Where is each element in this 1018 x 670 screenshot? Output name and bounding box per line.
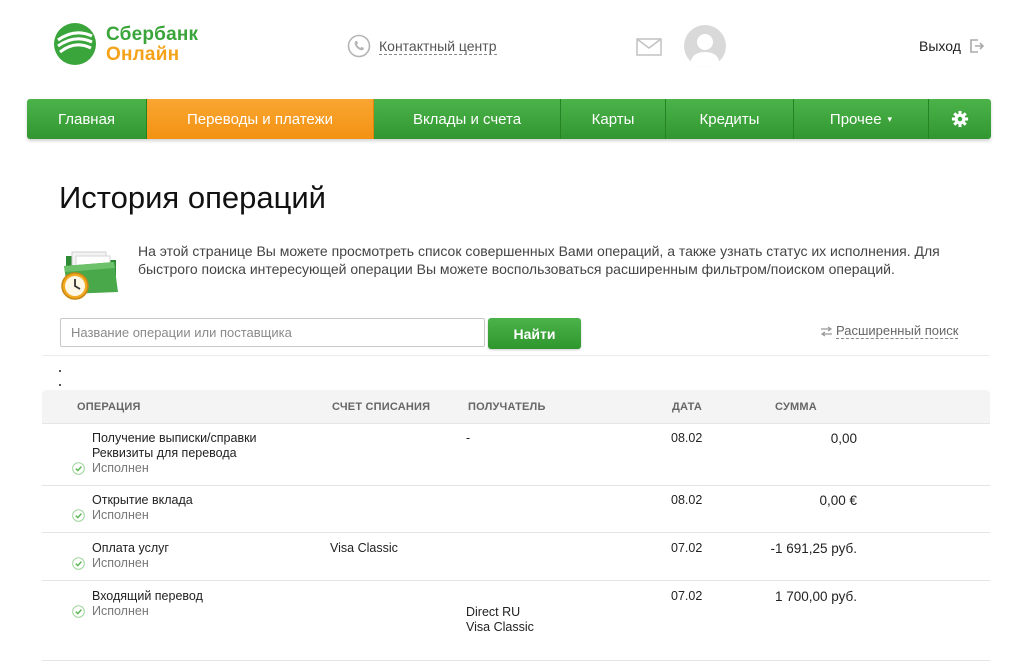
operation-amount: -1 691,25 руб.	[770, 541, 857, 556]
nav-item-cards[interactable]: Карты	[561, 99, 666, 139]
status-label: Исполнен	[92, 508, 149, 522]
column-header-amount[interactable]: СУММА	[775, 401, 817, 413]
operation-date: 08.02	[671, 493, 703, 507]
recipient: Direct RU Visa Classic	[466, 605, 534, 635]
contact-center-link[interactable]: Контактный центр	[347, 33, 497, 59]
column-header-recipient[interactable]: ПОЛУЧАТЕЛЬ	[468, 401, 546, 413]
status-label: Исполнен	[92, 604, 149, 618]
operation-name-line1: Получение выписки/справки	[92, 431, 257, 445]
nav-item-home[interactable]: Главная	[27, 99, 147, 139]
page-title: История операций	[59, 180, 326, 215]
avatar[interactable]	[684, 25, 726, 67]
status-label: Исполнен	[92, 556, 149, 570]
status-badge: Исполнен	[72, 508, 149, 522]
nav-item-label: Прочее	[829, 110, 882, 128]
logout-link[interactable]: Выход	[919, 38, 985, 54]
recipient-line1: Direct RU	[466, 605, 521, 619]
logout-icon	[970, 39, 985, 53]
nav-item-transfers-payments[interactable]: Переводы и платежи	[147, 99, 374, 139]
operation-name: Получение выписки/справки Реквизиты для …	[92, 431, 257, 461]
operation-amount: 0,00	[830, 431, 857, 446]
operation-name-line2: Реквизиты для перевода	[92, 446, 237, 460]
decorative-dot	[59, 384, 61, 386]
nav-item-deposits-accounts[interactable]: Вклады и счета	[374, 99, 561, 139]
filter-arrows-icon	[820, 326, 833, 336]
mail-icon[interactable]	[636, 38, 662, 56]
nav-item-label: Кредиты	[699, 110, 760, 128]
column-header-operation[interactable]: ОПЕРАЦИЯ	[77, 401, 141, 413]
logo-text-line2: Онлайн	[106, 44, 180, 65]
operation-date: 07.02	[671, 589, 703, 603]
logout-label: Выход	[919, 38, 961, 54]
operation-name: Входящий перевод	[92, 589, 203, 603]
caret-down-icon: ▾	[887, 113, 893, 124]
operation-amount: 0,00 €	[819, 493, 857, 508]
advanced-search-label: Расширенный поиск	[836, 323, 959, 339]
debit-account: Visa Classic	[330, 541, 398, 555]
nav-item-label: Вклады и счета	[412, 110, 522, 128]
status-badge: Исполнен	[72, 556, 149, 570]
contact-center-label: Контактный центр	[379, 37, 497, 55]
gear-icon	[951, 110, 969, 128]
phone-icon	[347, 34, 371, 58]
user-icon	[690, 34, 720, 67]
status-badge: Исполнен	[72, 461, 149, 475]
decorative-dot	[59, 370, 61, 372]
sberbank-logo[interactable]: Сбербанк Онлайн	[52, 22, 212, 68]
check-circle-icon	[72, 461, 85, 475]
column-header-account[interactable]: СЧЕТ СПИСАНИЯ	[332, 401, 430, 413]
divider	[42, 355, 990, 356]
main-nav: Главная Переводы и платежи Вклады и счет…	[27, 99, 991, 139]
nav-settings-button[interactable]	[929, 99, 991, 139]
nav-item-loans[interactable]: Кредиты	[666, 99, 794, 139]
nav-item-label: Карты	[591, 110, 635, 128]
status-label: Исполнен	[92, 461, 149, 475]
nav-item-other[interactable]: Прочее ▾	[794, 99, 929, 139]
logo-mark-icon	[54, 23, 96, 65]
column-header-date[interactable]: ДАТА	[672, 401, 702, 413]
nav-item-label: Переводы и платежи	[186, 110, 334, 128]
table-header: ОПЕРАЦИЯ СЧЕТ СПИСАНИЯ ПОЛУЧАТЕЛЬ ДАТА С…	[42, 390, 990, 424]
operation-name: Открытие вклада	[92, 493, 193, 507]
table-row[interactable]: Входящий перевод Исполнен Direct RU Visa…	[42, 581, 990, 661]
nav-item-label: Главная	[57, 110, 116, 128]
history-folder-icon	[61, 251, 118, 300]
logo-text-line1: Сбербанк	[106, 24, 199, 45]
operation-name: Оплата услуг	[92, 541, 169, 555]
table-row[interactable]: Получение выписки/справки Реквизиты для …	[42, 424, 990, 486]
recipient-line2: Visa Classic	[466, 620, 534, 634]
recipient: -	[466, 431, 471, 445]
operation-date: 08.02	[671, 431, 703, 445]
check-circle-icon	[72, 604, 85, 618]
advanced-search-link[interactable]: Расширенный поиск	[820, 323, 959, 339]
table-row[interactable]: Оплата услуг Исполнен Visa Classic 07.02…	[42, 533, 990, 581]
table-row[interactable]: Открытие вклада Исполнен 08.02 0,00 €	[42, 486, 990, 533]
intro-text: На этой странице Вы можете просмотреть с…	[138, 243, 940, 277]
operation-date: 07.02	[671, 541, 703, 555]
search-button[interactable]: Найти	[488, 318, 581, 349]
operation-search-input[interactable]	[60, 318, 485, 347]
check-circle-icon	[72, 508, 85, 522]
status-badge: Исполнен	[72, 604, 149, 618]
check-circle-icon	[72, 556, 85, 570]
operation-amount: 1 700,00 руб.	[774, 589, 857, 604]
